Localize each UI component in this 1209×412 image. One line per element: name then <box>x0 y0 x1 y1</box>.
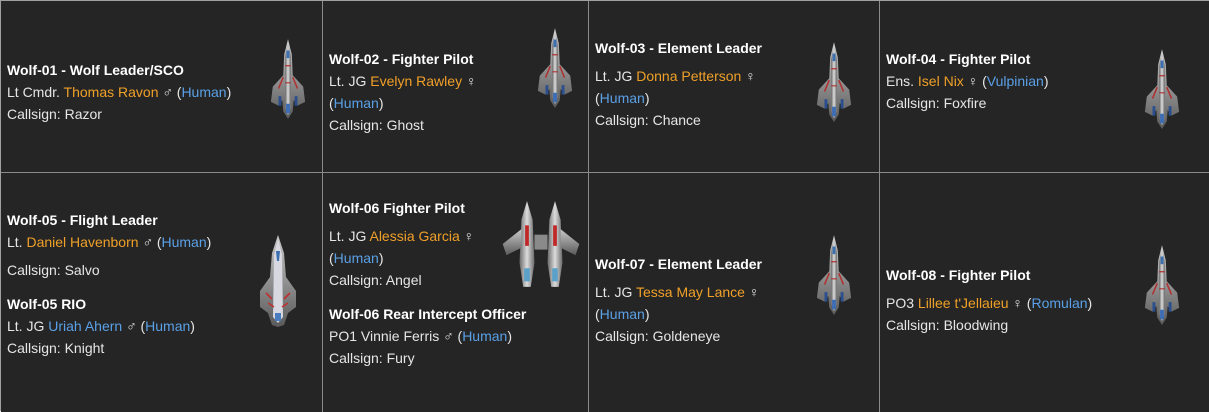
callsign-label: Callsign: Foxfire <box>886 95 987 111</box>
pilot-line: PO3 Lillee t'Jellaieu ♀ (Romulan) <box>886 295 1093 311</box>
species-link[interactable]: Human <box>462 328 507 344</box>
gender-icon: ♀ <box>1012 295 1023 311</box>
interceptor-ship-icon <box>256 233 300 329</box>
gender-icon: ♂ <box>142 234 153 250</box>
fighter-ship-icon <box>1143 45 1181 135</box>
rank-label: PO1 <box>329 328 358 344</box>
callsign-label: Callsign: Angel <box>329 272 422 288</box>
pilot-line: Lt. JG Tessa May Lance ♀ (Human) <box>595 284 760 322</box>
callsign-label: Callsign: Razor <box>7 106 102 122</box>
species-link[interactable]: Vulpinian <box>987 73 1044 89</box>
callsign-label: Callsign: Fury <box>329 350 415 366</box>
rio-header: Wolf-06 Rear Intercept Officer <box>329 306 527 322</box>
fighter-ship-icon <box>269 35 307 125</box>
pilot-name-link[interactable]: Lillee t'Jellaieu <box>918 295 1009 311</box>
rank-label: Lt. JG <box>7 318 45 334</box>
species-link[interactable]: Human <box>334 250 379 266</box>
pilot-line: Lt. JG Evelyn Rawley ♀ (Human) <box>329 73 477 111</box>
gender-icon: ♂ <box>162 84 173 100</box>
callsign-label: Callsign: Bloodwing <box>886 317 1009 333</box>
pilot-line: Lt. Daniel Havenborn ♂ (Human) <box>7 234 212 250</box>
rio-line: PO1 Vinnie Ferris ♂ (Human) <box>329 328 512 344</box>
pilot-name-link[interactable]: Tessa May Lance <box>636 284 745 300</box>
callsign-header: Wolf-04 - Fighter Pilot <box>886 51 1031 67</box>
rank-label: Lt. JG <box>329 228 367 244</box>
callsign-label: Callsign: Goldeneye <box>595 328 721 344</box>
species-link[interactable]: Human <box>181 84 226 100</box>
species-link[interactable]: Human <box>145 318 190 334</box>
gender-icon: ♀ <box>967 73 979 89</box>
species-link[interactable]: Human <box>162 234 207 250</box>
callsign-header: Wolf-08 - Fighter Pilot <box>886 267 1031 283</box>
callsign-header: Wolf-01 - Wolf Leader/SCO <box>7 62 184 78</box>
roster-cell-wolf-06: Wolf-06 Fighter Pilot Lt. JG Alessia Gar… <box>323 173 589 412</box>
callsign-label: Callsign: Knight <box>7 340 105 356</box>
callsign-label: Callsign: Ghost <box>329 117 424 133</box>
pilot-name-link[interactable]: Evelyn Rawley <box>370 73 462 89</box>
pilot-name-link[interactable]: Uriah Ahern <box>48 318 122 334</box>
pilot-name-link[interactable]: Isel Nix <box>918 73 964 89</box>
fighter-ship-icon <box>815 231 853 321</box>
callsign-header: Wolf-05 - Flight Leader <box>7 212 158 228</box>
pilot-line: Ens. Isel Nix ♀ (Vulpinian) <box>886 73 1049 89</box>
roster-cell-wolf-05: Wolf-05 - Flight Leader Lt. Daniel Haven… <box>1 173 323 412</box>
callsign-header: Wolf-06 Fighter Pilot <box>329 200 465 216</box>
callsign-header: Wolf-03 - Element Leader <box>595 40 763 56</box>
rank-label: Lt. JG <box>595 284 633 300</box>
gender-icon: ♂ <box>443 328 454 344</box>
pilot-name-link[interactable]: Alessia Garcia <box>369 228 459 244</box>
rank-label: Lt. JG <box>329 73 367 89</box>
squadron-roster-table: Wolf-01 - Wolf Leader/SCO Lt Cmdr. Thoma… <box>0 0 1209 412</box>
roster-cell-wolf-07: Wolf-07 - Element Leader Lt. JG Tessa Ma… <box>589 173 880 412</box>
species-link[interactable]: Romulan <box>1031 295 1087 311</box>
callsign-header: Wolf-07 - Element Leader <box>595 256 763 272</box>
pilot-name-link[interactable]: Donna Petterson <box>636 68 741 84</box>
roster-cell-wolf-02: Wolf-02 - Fighter Pilot Lt. JG Evelyn Ra… <box>323 1 589 173</box>
pilot-line: Lt Cmdr. Thomas Ravon ♂ (Human) <box>7 84 232 100</box>
rio-name: Vinnie Ferris <box>360 328 440 344</box>
gender-icon: ♀ <box>748 284 760 300</box>
rio-line: Lt. JG Uriah Ahern ♂ (Human) <box>7 318 195 334</box>
fighter-ship-icon <box>815 38 853 128</box>
pilot-line: Lt. JG Donna Petterson ♀ (Human) <box>595 68 756 106</box>
roster-cell-wolf-08: Wolf-08 - Fighter Pilot PO3 Lillee t'Jel… <box>880 173 1209 412</box>
pilot-name-link[interactable]: Thomas Ravon <box>64 84 159 100</box>
gender-icon: ♀ <box>745 68 756 84</box>
species-link[interactable]: Human <box>600 90 645 106</box>
pilot-name-link[interactable]: Daniel Havenborn <box>26 234 138 250</box>
fighter-ship-icon <box>536 24 574 114</box>
rank-label: Lt. <box>7 234 23 250</box>
rank-label: PO3 <box>886 295 915 311</box>
species-link[interactable]: Human <box>334 95 379 111</box>
gender-icon: ♀ <box>463 228 475 244</box>
callsign-label: Callsign: Chance <box>595 112 701 128</box>
twin-hull-ship-icon <box>499 195 583 293</box>
species-link[interactable]: Human <box>600 306 645 322</box>
rank-label: Lt. JG <box>595 68 633 84</box>
rank-label: Ens. <box>886 73 915 89</box>
roster-cell-wolf-04: Wolf-04 - Fighter Pilot Ens. Isel Nix ♀ … <box>880 1 1209 173</box>
fighter-ship-icon <box>1143 241 1181 331</box>
callsign-header: Wolf-02 - Fighter Pilot <box>329 51 474 67</box>
rank-label: Lt Cmdr. <box>7 84 60 100</box>
roster-cell-wolf-01: Wolf-01 - Wolf Leader/SCO Lt Cmdr. Thoma… <box>1 1 323 173</box>
pilot-line: Lt. JG Alessia Garcia ♀ (Human) <box>329 228 475 266</box>
rio-header: Wolf-05 RIO <box>7 296 87 312</box>
callsign-label: Callsign: Salvo <box>7 262 100 278</box>
gender-icon: ♂ <box>126 318 137 334</box>
gender-icon: ♀ <box>465 73 477 89</box>
roster-cell-wolf-03: Wolf-03 - Element Leader Lt. JG Donna Pe… <box>589 1 880 173</box>
